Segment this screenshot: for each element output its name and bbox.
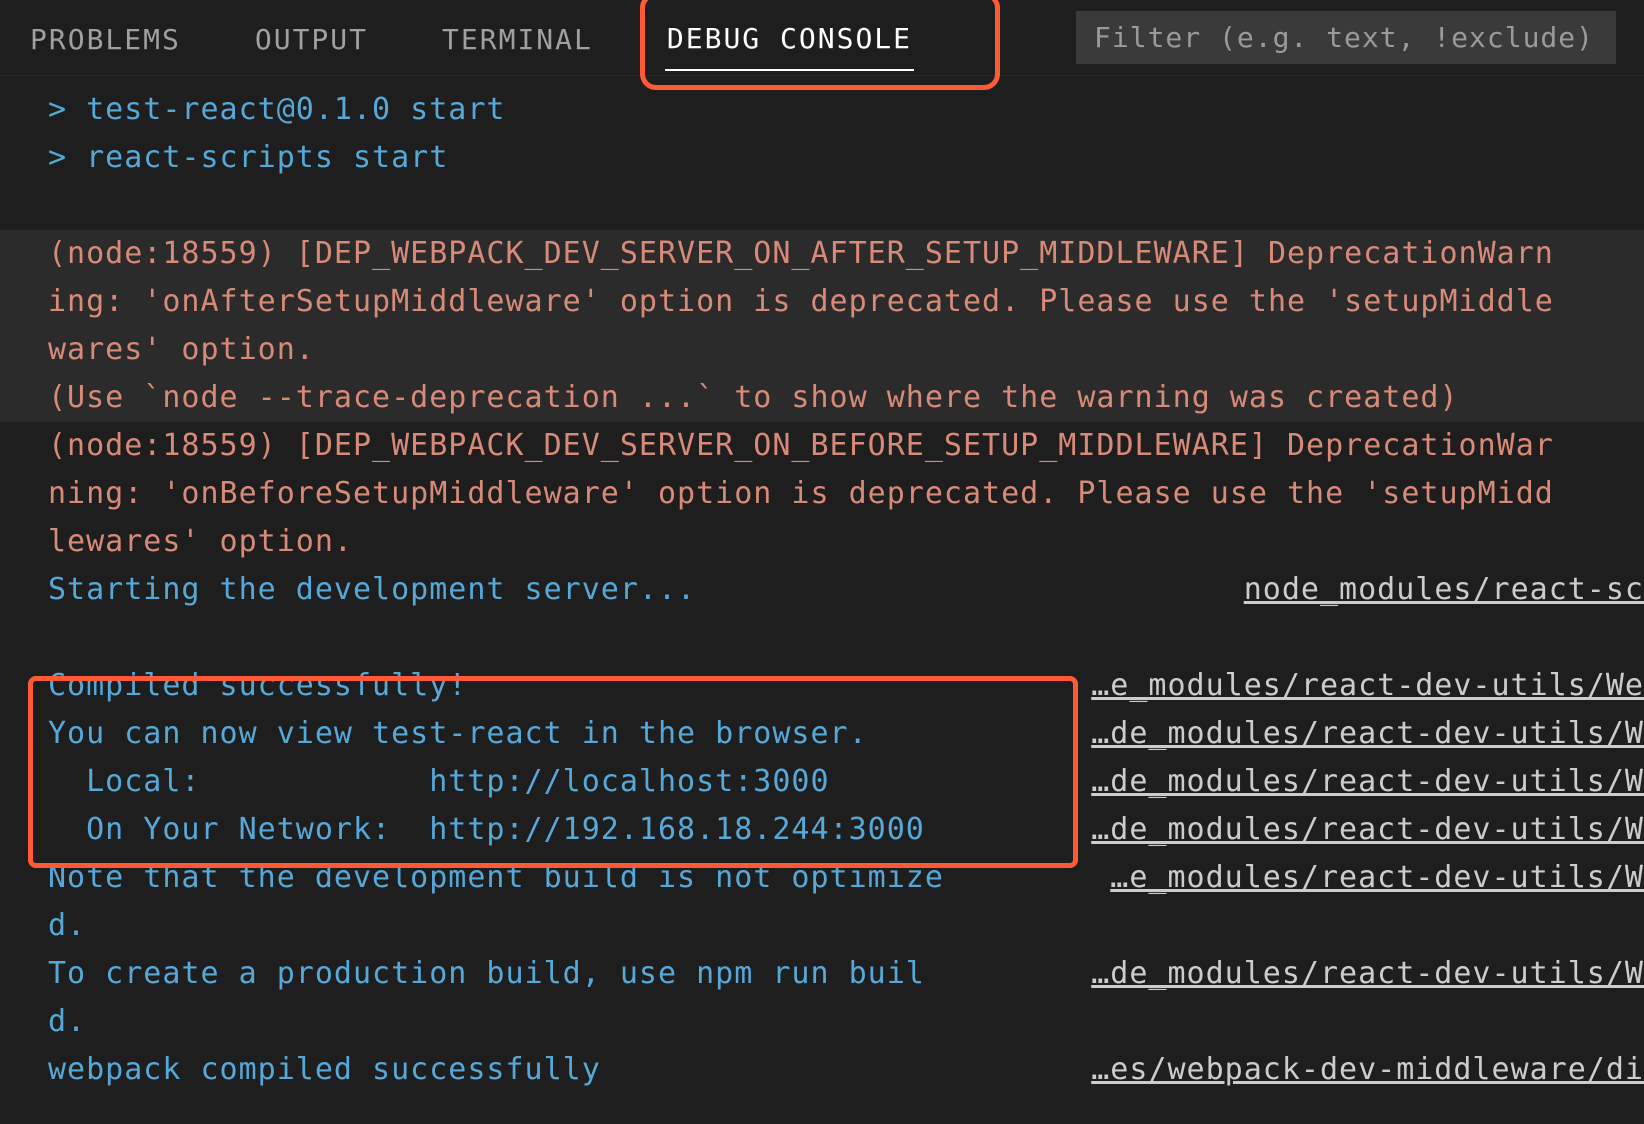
console-line: lewares' option. xyxy=(48,518,1644,566)
tab-problems[interactable]: PROBLEMS xyxy=(28,5,183,70)
panel-tabs: PROBLEMS OUTPUT TERMINAL DEBUG CONSOLE xyxy=(0,0,1644,76)
filter-input[interactable] xyxy=(1076,11,1616,64)
source-link[interactable]: …de_modules/react-dev-utils/W xyxy=(1091,806,1644,854)
console-line: Local: http://localhost:3000 xyxy=(48,758,1091,806)
console-line: Compiled successfully! xyxy=(48,662,1091,710)
tab-output[interactable]: OUTPUT xyxy=(253,5,370,70)
console-line: wares' option. xyxy=(48,326,1644,374)
source-link[interactable]: …es/webpack-dev-middleware/di xyxy=(1091,1046,1644,1094)
console-line: To create a production build, use npm ru… xyxy=(48,950,1091,998)
source-link[interactable]: …de_modules/react-dev-utils/W xyxy=(1091,710,1644,758)
debug-console-output[interactable]: > test-react@0.1.0 start > react-scripts… xyxy=(0,76,1644,1094)
source-link[interactable]: …e_modules/react-dev-utils/We xyxy=(1091,662,1644,710)
console-line: > test-react@0.1.0 start xyxy=(48,86,1644,134)
console-line: (node:18559) [DEP_WEBPACK_DEV_SERVER_ON_… xyxy=(48,230,1644,278)
console-line: You can now view test-react in the brows… xyxy=(48,710,1091,758)
console-line: ning: 'onBeforeSetupMiddleware' option i… xyxy=(48,470,1644,518)
console-line: (node:18559) [DEP_WEBPACK_DEV_SERVER_ON_… xyxy=(48,422,1644,470)
source-link[interactable]: …de_modules/react-dev-utils/W xyxy=(1091,950,1644,998)
tab-debug-console[interactable]: DEBUG CONSOLE xyxy=(665,4,914,71)
console-line: > react-scripts start xyxy=(48,134,1644,182)
console-line: ing: 'onAfterSetupMiddleware' option is … xyxy=(48,278,1644,326)
console-line: webpack compiled successfully xyxy=(48,1046,1091,1094)
console-line: d. xyxy=(48,998,1644,1046)
tab-terminal[interactable]: TERMINAL xyxy=(440,5,595,70)
console-line: d. xyxy=(48,902,1644,950)
source-link[interactable]: …de_modules/react-dev-utils/W xyxy=(1091,758,1644,806)
source-link[interactable]: …e_modules/react-dev-utils/W xyxy=(1110,854,1644,902)
console-line: (Use `node --trace-deprecation ...` to s… xyxy=(48,374,1644,422)
console-line: On Your Network: http://192.168.18.244:3… xyxy=(48,806,1091,854)
console-line: Note that the development build is not o… xyxy=(48,854,1110,902)
source-link[interactable]: node_modules/react-sc xyxy=(1244,566,1644,614)
console-line: Starting the development server... xyxy=(48,566,1244,614)
